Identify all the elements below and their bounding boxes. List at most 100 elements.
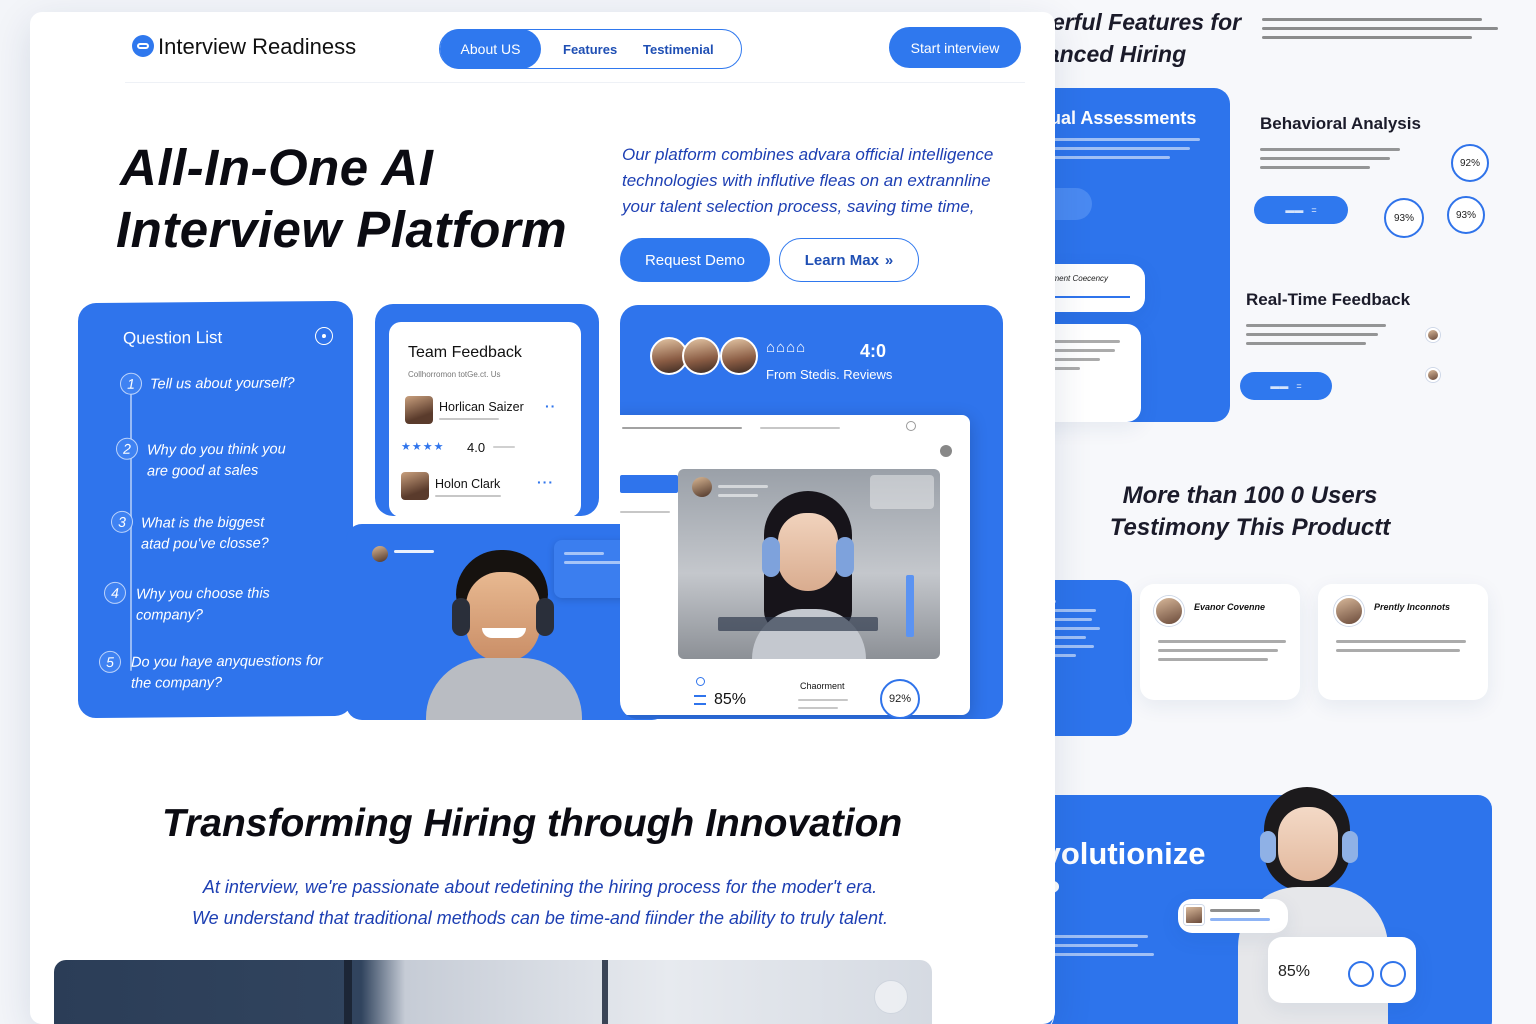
avatar (405, 396, 433, 424)
testimonial-name: Prently Inconnots (1374, 602, 1451, 612)
question-number: 4 (104, 581, 126, 604)
learn-more-label: Learn Max (804, 251, 879, 269)
list-icon[interactable] (694, 695, 706, 705)
question-list-menu-icon[interactable] (315, 326, 333, 346)
question-text: Tell us about yourself? (150, 375, 295, 393)
mini-ring (1348, 961, 1374, 987)
avatar (682, 337, 720, 375)
question-list-card: Question List 1 Tell us about yourself? … (78, 300, 353, 719)
features-intro (1262, 18, 1502, 45)
more-dots-icon[interactable]: ··· (537, 474, 554, 490)
settings-icon[interactable] (906, 421, 916, 431)
review-score: 4:0 (860, 341, 887, 361)
question-text: Do you haye anyquestions for the company… (131, 653, 323, 692)
avatar (372, 546, 388, 562)
rating-stars: ★★★★ (401, 441, 445, 453)
testimony-title: More than 100 0 Users Testimony This Pro… (1109, 482, 1391, 541)
team-feedback-title: Team Feedback (408, 344, 522, 361)
nav-features[interactable]: Features (563, 29, 617, 69)
chat-avatar (1426, 368, 1440, 382)
stats-label: Chaorment (800, 681, 845, 691)
question-list-title: Question List (123, 327, 223, 348)
chat-avatar (1426, 328, 1440, 342)
testimonial-card: Evanor Covenne (1140, 584, 1300, 700)
realtime-feedback-card: Real-Time Feedback ▬▬ = (1236, 270, 1516, 430)
nav-about-us[interactable]: About US (440, 29, 541, 69)
rating-score: 4.0 (467, 440, 486, 455)
hero-title: All-In-One AI Interview Platform (116, 139, 568, 258)
question-text: What is the biggest atad pou've closse? (141, 514, 269, 553)
testimonial-avatar (1334, 596, 1364, 626)
double-chevron-right-icon: » (884, 251, 894, 269)
realtime-title: Real-Time Feedback (1246, 290, 1411, 309)
behavioral-score-ring: 92% (1451, 144, 1489, 182)
question-text: Why do you think you are good at sales (147, 441, 286, 480)
question-item[interactable]: 1 (120, 372, 142, 395)
behavioral-text (1260, 148, 1400, 175)
sidebar-item-active[interactable] (620, 475, 678, 493)
member-name: Horlican Saizer (439, 400, 524, 414)
question-text: Why you choose this company? (136, 585, 270, 624)
question-item[interactable]: 2 (116, 437, 138, 460)
question-number: 5 (99, 650, 121, 674)
revolution-percent: 85% (1278, 963, 1311, 980)
front-page: Interview Readiness About US Features Te… (30, 12, 1055, 1024)
hero-description: Our platform combines advara official in… (622, 145, 994, 216)
innovation-title: Transforming Hiring through Innovation (162, 802, 903, 845)
avatar (692, 477, 712, 497)
young-man-photo (426, 540, 582, 720)
revolutionize-banner: Revolutionize ng? 85% (990, 787, 1492, 1024)
candidate-chip (1178, 899, 1288, 933)
behavioral-title: Behavioral Analysis (1260, 114, 1421, 133)
learn-more-button[interactable]: Learn Max » (779, 238, 919, 282)
team-feedback-subtitle: Collhorromon totGe.ct. Us (408, 370, 501, 379)
avatar (720, 337, 758, 375)
team-feedback-panel: Team Feedback Collhorromon totGe.ct. Us … (389, 322, 581, 517)
interview-screen: 85% Chaorment 92% (620, 415, 970, 719)
revolution-stats-card: 85% (1268, 937, 1416, 1003)
question-number: 2 (116, 437, 138, 460)
request-demo-button[interactable]: Request Demo (620, 238, 770, 282)
more-dots-icon[interactable]: ·· (545, 398, 556, 414)
realtime-text (1246, 324, 1386, 351)
testimonial-avatar (1154, 596, 1184, 626)
mini-ring (1380, 961, 1406, 987)
behavioral-score-ring: 93% (1384, 198, 1424, 238)
team-feedback-card: Team Feedback Collhorromon totGe.ct. Us … (375, 304, 599, 517)
realtime-chat-list (1426, 308, 1506, 382)
header-divider (125, 82, 1025, 83)
review-label: From Stedis. Reviews (766, 367, 893, 382)
visual-card-title: ual Assessments (1050, 108, 1197, 128)
interview-session-card: ⌂⌂⌂⌂ 4:0 From Stedis. Reviews 85% Chaorm… (620, 305, 1003, 719)
close-icon[interactable] (940, 445, 952, 457)
office-photo (54, 960, 932, 1024)
brand-name: Interview Readiness (158, 34, 357, 59)
start-interview-button[interactable]: Start interview (889, 27, 1021, 68)
interviewee-photo (744, 483, 874, 659)
rating-home-icons: ⌂⌂⌂⌂ (766, 339, 807, 356)
innovation-description: At interview, we're passionate about red… (191, 877, 889, 928)
avatar (401, 472, 429, 500)
question-number: 3 (111, 510, 133, 533)
visual-card-text (1050, 138, 1200, 165)
overlay-note (870, 475, 934, 509)
testimonial-name: Evanor Covenne (1194, 602, 1266, 612)
score-ring: 92% (880, 679, 920, 719)
candidate-video (678, 469, 940, 659)
member-name: Holon Clark (435, 477, 501, 491)
logo-icon (132, 35, 154, 57)
question-item[interactable]: 4 (104, 581, 126, 604)
realtime-more-button[interactable]: ▬▬ = (1240, 372, 1332, 400)
back-page: owerful Features for dvanced Hiring ual … (990, 0, 1536, 1024)
testimonial-card: Prently Inconnots (1318, 584, 1488, 700)
caption-bar (718, 617, 878, 631)
mic-icon[interactable] (696, 677, 705, 686)
behavioral-score-ring: 93% (1447, 196, 1485, 234)
question-item[interactable]: 3 (111, 510, 133, 533)
behavioral-analysis-card: Behavioral Analysis ▬▬ = 92% 93% 93% (1236, 92, 1504, 252)
score-percent: 85% (714, 691, 747, 708)
play-icon[interactable] (874, 980, 908, 1014)
nav-testimonial[interactable]: Testimenial (643, 29, 714, 69)
behavioral-more-button[interactable]: ▬▬ = (1254, 196, 1348, 224)
question-item[interactable]: 5 (99, 650, 121, 674)
